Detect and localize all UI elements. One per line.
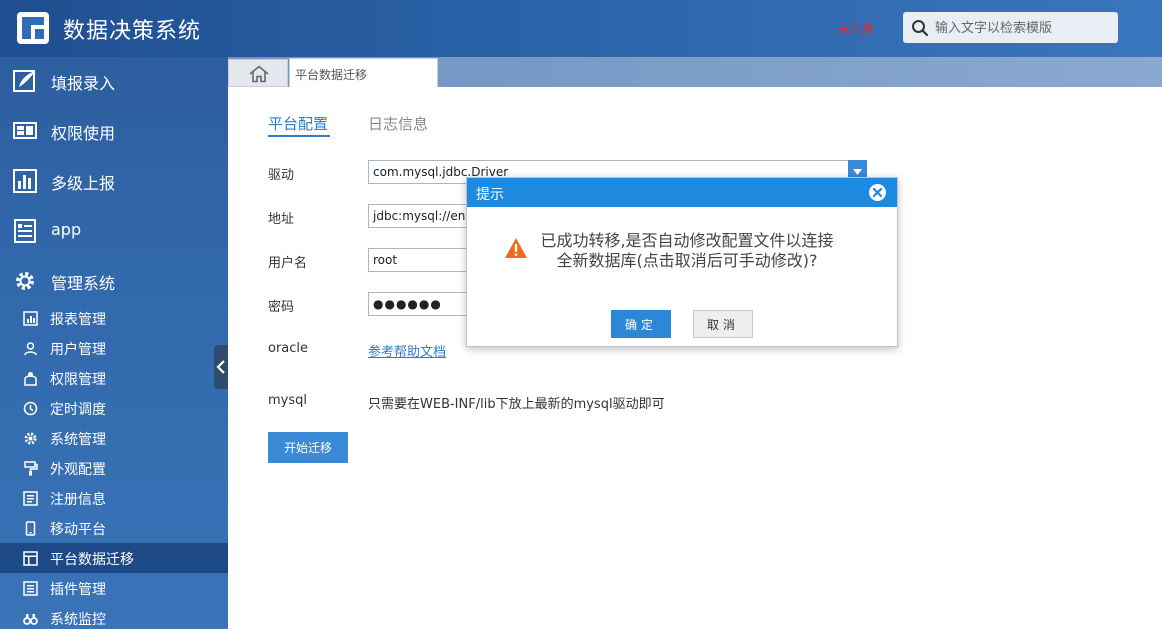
mysql-label: mysql — [268, 393, 307, 408]
sidebar-item-system-management[interactable]: 系统管理 — [0, 423, 228, 453]
mysql-note: 只需要在WEB-INF/lib下放上最新的mysql驱动即可 — [368, 397, 665, 412]
sidebar-item-permission-use[interactable]: 权限使用 — [0, 107, 228, 157]
app-title: 数据决策系统 — [63, 19, 202, 44]
sidebar-item-scheduling[interactable]: 定时调度 — [0, 393, 228, 423]
sidebar-item-management[interactable]: 管理系统 — [0, 257, 228, 307]
warning-icon — [505, 238, 527, 258]
monitor-icon — [13, 122, 37, 139]
top-header: 数据决策系统 未注册 — [0, 0, 1162, 57]
dialog-title: 提示 — [476, 187, 504, 203]
chevron-left-icon — [216, 360, 225, 374]
app-logo-icon — [17, 12, 49, 44]
dialog-message: 已成功转移,是否自动修改配置文件以连接 全新数据库(点击取消后可手动修改)? — [540, 231, 834, 270]
plugin-icon — [23, 581, 38, 596]
sidebar-item-report-management[interactable]: 报表管理 — [0, 303, 228, 333]
sidebar-item-system-monitor[interactable]: 系统监控 — [0, 603, 228, 629]
sidebar-item-appearance[interactable]: 外观配置 — [0, 453, 228, 483]
sidebar-item-registration[interactable]: 注册信息 — [0, 483, 228, 513]
key-icon — [24, 372, 37, 386]
sidebar-item-user-management[interactable]: 用户管理 — [0, 333, 228, 363]
password-label: 密码 — [268, 300, 295, 315]
start-migration-button[interactable]: 开始迁移 — [268, 432, 348, 463]
tab-bar: 平台数据迁移 — [228, 57, 1162, 87]
home-tab[interactable] — [228, 59, 288, 87]
binoculars-icon — [23, 614, 38, 625]
url-label: 地址 — [268, 212, 295, 227]
gear-icon — [24, 432, 37, 445]
tab-data-migration[interactable]: 平台数据迁移 — [289, 58, 438, 87]
tab-log-info[interactable]: 日志信息 — [368, 113, 428, 134]
search-box[interactable] — [903, 12, 1118, 43]
search-icon[interactable] — [911, 19, 929, 37]
clock-icon — [23, 401, 38, 416]
main-content: 平台配置 日志信息 驱动 com.mysql.jdbc.Driver 地址 jd… — [228, 87, 1162, 629]
close-icon[interactable] — [868, 183, 887, 202]
sidebar-item-data-migration[interactable]: 平台数据迁移 — [0, 543, 228, 573]
home-icon — [249, 65, 269, 83]
oracle-label: oracle — [268, 341, 309, 356]
user-icon — [24, 342, 37, 356]
sidebar-item-permission-management[interactable]: 权限管理 — [0, 363, 228, 393]
sidebar-item-mobile-platform[interactable]: 移动平台 — [0, 513, 228, 543]
active-tab-underline — [268, 135, 330, 137]
tab-platform-config[interactable]: 平台配置 — [268, 113, 328, 134]
paint-roller-icon — [24, 461, 38, 476]
sidebar: 填报录入 权限使用 多级上报 app 管理系统 报表管理 用户管理 权限管理 定… — [0, 57, 228, 629]
gear-icon — [16, 272, 34, 290]
confirm-dialog: 提示 已成功转移,是否自动修改配置文件以连接 全新数据库(点击取消后可手动修改)… — [466, 177, 898, 347]
register-icon — [23, 491, 38, 506]
username-label: 用户名 — [268, 256, 308, 271]
data-table-icon — [23, 551, 38, 566]
search-input[interactable] — [935, 18, 1113, 38]
cancel-button[interactable]: 取消 — [693, 310, 753, 338]
dialog-header: 提示 — [467, 178, 897, 207]
help-doc-link[interactable]: 参考帮助文档 — [368, 341, 446, 360]
register-link[interactable]: 未注册 — [838, 20, 874, 37]
mobile-icon — [25, 521, 36, 536]
sidebar-item-fill-entry[interactable]: 填报录入 — [0, 57, 228, 107]
sidebar-collapse-handle[interactable] — [214, 345, 228, 389]
driver-label: 驱动 — [268, 168, 295, 183]
ok-button[interactable]: 确定 — [611, 310, 671, 338]
chevron-down-icon — [853, 169, 862, 175]
sidebar-item-app[interactable]: app — [0, 207, 228, 257]
feather-pen-icon — [13, 70, 35, 92]
document-list-icon — [14, 219, 36, 243]
sidebar-item-plugin-management[interactable]: 插件管理 — [0, 573, 228, 603]
sidebar-item-multi-report[interactable]: 多级上报 — [0, 157, 228, 207]
report-icon — [23, 311, 38, 326]
bar-chart-icon — [13, 169, 37, 193]
